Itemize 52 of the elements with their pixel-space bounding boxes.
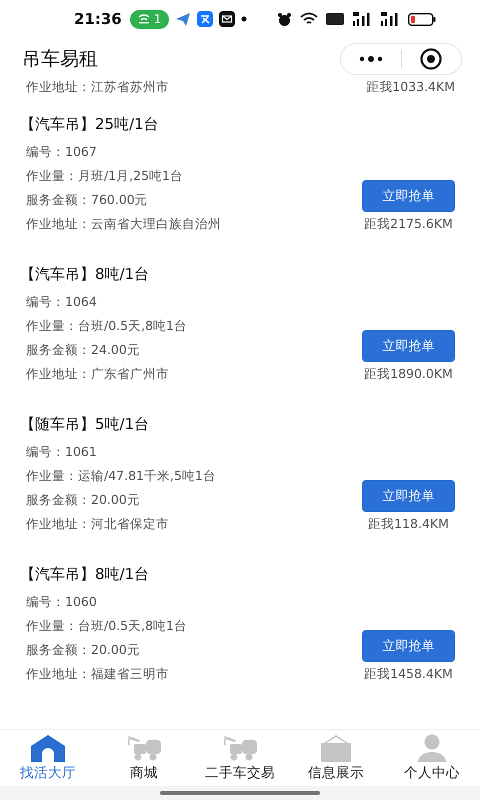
grab-order-button[interactable]: 立即抢单 <box>362 480 455 512</box>
hotspot-badge: 1 <box>130 10 170 28</box>
distance-text: 距我118.4KM <box>368 515 449 533</box>
distance-text: 距我1458.4KM <box>364 665 453 683</box>
order-number: 编号：1060 <box>26 593 98 611</box>
grab-order-button[interactable]: 立即抢单 <box>362 180 455 212</box>
address-text: 作业地址：河北省保定市 <box>26 515 170 533</box>
amount-text: 服务金额：24.00元 <box>26 341 141 359</box>
distance-text: 距我1890.0KM <box>364 365 453 383</box>
order-title: 【随车吊】5吨/1台 <box>19 414 150 435</box>
tab-item[interactable]: 商城 <box>96 730 192 786</box>
workload-text: 作业量：台班/0.5天,8吨1台 <box>26 617 187 635</box>
signal-icon <box>352 12 372 26</box>
tab-item[interactable]: 找活大厅 <box>0 730 96 786</box>
amount-text: 服务金额：760.00元 <box>26 191 149 209</box>
mail-icon <box>219 11 236 27</box>
app-icon <box>197 11 214 27</box>
order-title: 【汽车吊】25吨/1台 <box>19 114 160 135</box>
status-time: 21:36 <box>74 10 122 28</box>
tab-item[interactable]: 二手车交易 <box>192 730 288 786</box>
workload-text: 作业量：运输/47.81千米,5吨1台 <box>26 467 216 485</box>
grab-order-button[interactable]: 立即抢单 <box>362 330 455 362</box>
amount-text: 服务金额：20.00元 <box>26 491 141 509</box>
close-icon[interactable] <box>420 48 442 70</box>
tab-item[interactable]: 个人中心 <box>384 730 480 786</box>
dot-icon <box>241 16 248 22</box>
order-title: 【汽车吊】8吨/1台 <box>19 264 150 285</box>
order-number: 编号：1061 <box>26 443 98 461</box>
battery-icon <box>408 12 436 26</box>
order-number: 编号：1064 <box>26 293 98 311</box>
crane-truck-icon <box>222 734 258 762</box>
job-sign-icon <box>318 734 354 762</box>
app-title: 吊车易租 <box>22 47 98 72</box>
address-text: 作业地址：云南省大理白族自治州 <box>26 215 221 233</box>
address-text: 作业地址：江苏省苏州市 <box>26 78 169 96</box>
order-number: 编号：1067 <box>26 143 98 161</box>
distance-text: 距我2175.6KM <box>364 215 453 233</box>
more-icon[interactable] <box>358 56 383 62</box>
workload-text: 作业量：月班/1月,25吨1台 <box>26 167 184 185</box>
address-text: 作业地址：广东省广州市 <box>26 365 170 383</box>
workload-text: 作业量：台班/0.5天,8吨1台 <box>26 317 187 335</box>
amount-text: 服务金额：20.00元 <box>26 641 141 659</box>
tab-item[interactable]: 信息展示 <box>288 730 384 786</box>
distance-text: 距我1033.4KM <box>366 78 455 96</box>
paper-plane-icon <box>175 11 192 27</box>
grab-order-button[interactable]: 立即抢单 <box>362 630 455 662</box>
signal-icon <box>380 12 400 26</box>
wifi-icon <box>300 12 318 26</box>
address-text: 作业地址：福建省三明市 <box>26 665 170 683</box>
home-icon <box>30 734 66 762</box>
order-title: 【汽车吊】8吨/1台 <box>19 564 150 585</box>
crane-truck-icon <box>126 734 162 762</box>
